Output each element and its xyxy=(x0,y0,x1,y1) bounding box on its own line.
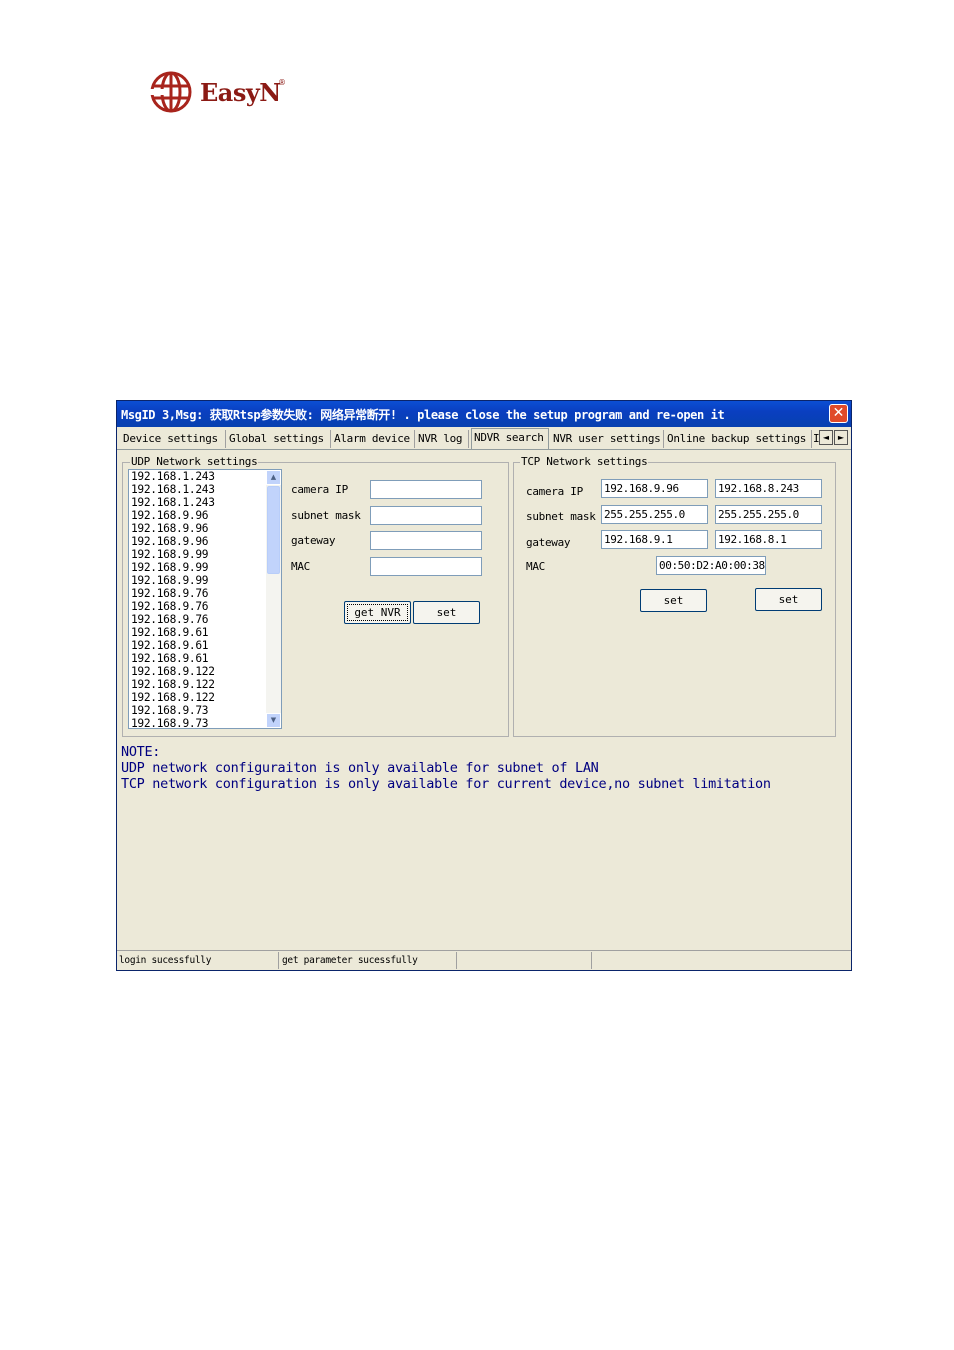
udp-camera-ip-field[interactable] xyxy=(370,480,482,499)
scroll-thumb[interactable] xyxy=(267,486,280,574)
note-title: NOTE: xyxy=(121,744,161,760)
list-item[interactable]: 192.168.9.122 xyxy=(129,691,281,704)
list-item[interactable]: 192.168.9.99 xyxy=(129,574,281,587)
status-cell-3 xyxy=(458,952,592,969)
list-item[interactable]: 192.168.1.243 xyxy=(129,496,281,509)
tab-alarm-device[interactable]: Alarm device xyxy=(332,430,415,448)
window-title: MsgID 3,Msg: 获取Rtsp参数失败: 网络异常断开! . pleas… xyxy=(121,408,725,422)
tcp-mac-label: MAC xyxy=(526,560,545,573)
nvr-setup-window: MsgID 3,Msg: 获取Rtsp参数失败: 网络异常断开! . pleas… xyxy=(116,400,852,971)
tcp-gateway-label: gateway xyxy=(526,536,571,549)
tcp-group-legend: TCP Network settings xyxy=(520,455,649,468)
list-item[interactable]: 192.168.9.99 xyxy=(129,548,281,561)
udp-mac-label: MAC xyxy=(291,560,310,573)
tab-nvr-user-settings[interactable]: NVR user settings xyxy=(551,430,664,448)
tcp-set-button-1[interactable]: set xyxy=(640,589,707,612)
tcp-subnet-mask-label: subnet mask xyxy=(526,510,596,523)
tcp-subnet-mask-field-2[interactable]: 255.255.255.0 xyxy=(715,505,822,524)
udp-gateway-label: gateway xyxy=(291,534,336,547)
registered-mark: ® xyxy=(278,78,286,87)
tab-scroll-arrows: ◄ ► xyxy=(819,430,849,446)
note-block: NOTE: UDP network configuraiton is only … xyxy=(121,744,771,792)
list-item[interactable]: 192.168.9.96 xyxy=(129,509,281,522)
list-item[interactable]: 192.168.9.61 xyxy=(129,639,281,652)
tcp-mac-field[interactable]: 00:50:D2:A0:00:38 xyxy=(656,556,766,575)
udp-mac-field[interactable] xyxy=(370,557,482,576)
scroll-down-icon[interactable]: ▼ xyxy=(266,713,281,728)
status-cell-4 xyxy=(593,952,851,969)
tab-strip: Device settings Global settings Alarm de… xyxy=(121,428,849,449)
get-nvr-button[interactable]: get NVR xyxy=(344,601,411,624)
list-item[interactable]: 192.168.9.96 xyxy=(129,522,281,535)
tcp-subnet-mask-field-1[interactable]: 255.255.255.0 xyxy=(601,505,708,524)
udp-gateway-field[interactable] xyxy=(370,531,482,550)
list-item[interactable]: 192.168.9.99 xyxy=(129,561,281,574)
tab-global-settings[interactable]: Global settings xyxy=(227,430,331,448)
list-item[interactable]: 192.168.1.243 xyxy=(129,470,281,483)
udp-list-items: 192.168.1.243 192.168.1.243 192.168.1.24… xyxy=(129,470,281,728)
udp-list-scrollbar[interactable]: ▲ ▼ xyxy=(266,470,281,728)
tcp-gateway-field-2[interactable]: 192.168.8.1 xyxy=(715,530,822,549)
tab-divider xyxy=(117,449,851,450)
tcp-set-button-2[interactable]: set xyxy=(755,588,822,611)
list-item[interactable]: 192.168.9.73 xyxy=(129,717,281,728)
list-item[interactable]: 192.168.9.122 xyxy=(129,665,281,678)
tab-scroll-right-icon[interactable]: ► xyxy=(834,430,848,445)
note-line-udp: UDP network configuraiton is only availa… xyxy=(121,760,599,776)
tcp-camera-ip-field-2[interactable]: 192.168.8.243 xyxy=(715,479,822,498)
tcp-camera-ip-field-1[interactable]: 192.168.9.96 xyxy=(601,479,708,498)
list-item[interactable]: 192.168.9.76 xyxy=(129,587,281,600)
list-item[interactable]: 192.168.9.61 xyxy=(129,652,281,665)
udp-camera-ip-label: camera IP xyxy=(291,483,348,496)
tab-device-settings[interactable]: Device settings xyxy=(121,430,226,448)
status-login: login sucessfully xyxy=(117,952,279,969)
scroll-up-icon[interactable]: ▲ xyxy=(266,470,281,485)
globe-logo-icon xyxy=(150,71,192,113)
list-item[interactable]: 192.168.9.96 xyxy=(129,535,281,548)
tab-scroll-left-icon[interactable]: ◄ xyxy=(819,430,833,445)
list-item[interactable]: 192.168.9.76 xyxy=(129,613,281,626)
easyn-logo: EasyN ® xyxy=(150,70,300,116)
list-item[interactable]: 192.168.9.61 xyxy=(129,626,281,639)
list-item[interactable]: 192.168.9.76 xyxy=(129,600,281,613)
list-item[interactable]: 192.168.1.243 xyxy=(129,483,281,496)
note-line-tcp: TCP network configuration is only availa… xyxy=(121,776,771,792)
udp-subnet-mask-label: subnet mask xyxy=(291,509,361,522)
udp-group-legend: UDP Network settings xyxy=(130,455,259,468)
udp-device-list[interactable]: 192.168.1.243 192.168.1.243 192.168.1.24… xyxy=(128,469,282,729)
tab-nvr-log[interactable]: NVR log xyxy=(416,430,469,448)
udp-set-button[interactable]: set xyxy=(413,601,480,624)
tcp-gateway-field-1[interactable]: 192.168.9.1 xyxy=(601,530,708,549)
status-parameter: get parameter sucessfully xyxy=(280,952,457,969)
close-button[interactable]: ✕ xyxy=(829,404,848,423)
tab-ndvr-search[interactable]: NDVR search xyxy=(471,428,549,449)
list-item[interactable]: 192.168.9.73 xyxy=(129,704,281,717)
logo-wordmark: EasyN xyxy=(200,78,281,107)
tab-online-backup-settings[interactable]: Online backup settings xyxy=(665,430,812,448)
status-bar: login sucessfully get parameter sucessfu… xyxy=(117,950,851,971)
udp-subnet-mask-field[interactable] xyxy=(370,506,482,525)
tcp-camera-ip-label: camera IP xyxy=(526,485,583,498)
list-item[interactable]: 192.168.9.122 xyxy=(129,678,281,691)
title-bar[interactable]: MsgID 3,Msg: 获取Rtsp参数失败: 网络异常断开! . pleas… xyxy=(117,401,851,427)
